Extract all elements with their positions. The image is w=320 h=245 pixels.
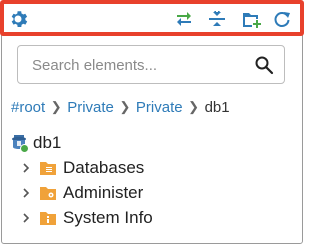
status-dot-icon <box>20 144 29 153</box>
breadcrumb-private[interactable]: Private <box>67 99 114 116</box>
chevron-right-icon[interactable] <box>19 186 33 200</box>
breadcrumb-separator-icon: ❯ <box>188 99 200 114</box>
chevron-right-icon[interactable] <box>19 211 33 225</box>
tree-item-administer[interactable]: Administer <box>19 182 143 204</box>
info-folder-icon <box>40 212 56 225</box>
tree-root-label: db1 <box>33 133 62 152</box>
database-icon <box>9 133 29 153</box>
tree-item-system-info[interactable]: System Info <box>19 207 153 229</box>
breadcrumb-private-2[interactable]: Private <box>136 99 183 116</box>
breadcrumb-separator-icon: ❯ <box>119 99 131 114</box>
collapse-icon[interactable] <box>207 9 227 29</box>
search-input[interactable] <box>32 54 252 76</box>
search-box <box>17 45 285 84</box>
gear-icon[interactable] <box>8 9 28 29</box>
tree-item-label: System Info <box>63 208 153 227</box>
refresh-icon[interactable] <box>272 9 292 29</box>
database-folder-icon <box>40 162 56 175</box>
tree-item-databases[interactable]: Databases <box>19 157 144 179</box>
breadcrumb: #root ❯ Private ❯ Private ❯ db1 <box>11 97 230 117</box>
tree-root-db1[interactable]: db1 <box>9 131 61 155</box>
tree-item-label: Databases <box>63 158 145 177</box>
new-folder-icon[interactable] <box>241 9 261 29</box>
breadcrumb-root[interactable]: #root <box>11 99 45 116</box>
swap-arrows-icon[interactable] <box>174 9 194 29</box>
admin-folder-icon <box>40 187 56 200</box>
search-icon[interactable] <box>254 55 274 75</box>
breadcrumb-current: db1 <box>204 98 230 116</box>
tree-item-label: Administer <box>63 183 144 202</box>
toolbar <box>0 0 304 36</box>
breadcrumb-separator-icon: ❯ <box>50 99 62 114</box>
chevron-right-icon[interactable] <box>19 161 33 175</box>
